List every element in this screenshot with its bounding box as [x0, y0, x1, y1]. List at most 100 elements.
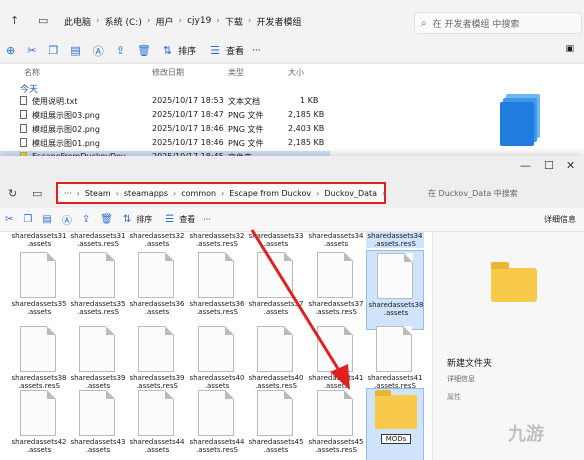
file-icon — [138, 326, 174, 372]
tile-label: sharedassets42 .assets — [11, 438, 67, 454]
file-tile[interactable]: sharedassets35 .assets — [10, 250, 68, 330]
list-item[interactable]: 模组展示图02.png 2025/10/17 18:46 PNG 文件 2,40… — [0, 123, 330, 136]
view-icon: ☰ — [210, 44, 221, 57]
file-size: 2,185 KB — [288, 138, 325, 147]
rename-icon[interactable]: Ⓐ — [62, 212, 72, 227]
breadcrumb-item[interactable]: Escape from Duckov — [229, 189, 311, 198]
file-tile[interactable]: sharedassets45 .assets — [247, 388, 305, 460]
sort-button[interactable]: 排序 — [178, 44, 196, 57]
more-button[interactable]: ··· — [203, 215, 211, 224]
tile-label: sharedassets45 .assets — [248, 438, 304, 454]
breadcrumb-item[interactable]: Duckov_Data — [324, 189, 377, 198]
chevron-right-icon: › — [216, 16, 220, 26]
copy-icon[interactable]: ❐ — [48, 44, 58, 57]
list-item[interactable]: 模组展示图03.png 2025/10/17 18:47 PNG 文件 2,18… — [0, 109, 330, 122]
tile-label: sharedassets31 .assets.resS — [70, 232, 126, 248]
chevron-right-icon: › — [115, 188, 119, 198]
column-size[interactable]: 大小 — [288, 67, 304, 78]
group-header[interactable]: 今天 — [20, 82, 38, 95]
file-icon — [79, 326, 115, 372]
view-button[interactable]: 查看 — [226, 44, 244, 57]
paste-icon[interactable]: ▤ — [70, 44, 80, 57]
image-file-icon — [20, 110, 27, 119]
file-size: 1 KB — [300, 96, 319, 105]
cut-icon[interactable]: ✂ — [5, 214, 13, 225]
file-tile[interactable]: sharedassets44 .assets.resS — [188, 388, 246, 460]
sort-icon: ⇅ — [122, 214, 132, 225]
file-icon — [257, 326, 293, 372]
share-icon[interactable]: ⇪ — [82, 214, 90, 225]
breadcrumb-item[interactable]: steamapps — [124, 189, 168, 198]
file-tile[interactable]: sharedassets43 .assets — [69, 388, 127, 460]
breadcrumb-item[interactable]: 系统 (C:) — [105, 15, 142, 28]
file-name: 模组展示图03.png — [32, 111, 100, 120]
file-icon — [257, 252, 293, 298]
sort-icon: ⇅ — [162, 44, 173, 57]
details-extra: 属性 — [447, 393, 461, 401]
file-tile[interactable]: sharedassets44 .assets — [128, 388, 186, 460]
folder-tile-mods[interactable]: MODs — [366, 388, 424, 460]
breadcrumb-item[interactable]: Steam — [85, 189, 111, 198]
view-button[interactable]: 查看 — [179, 214, 195, 225]
details-title: 新建文件夹 — [447, 359, 493, 369]
file-type: PNG 文件 — [228, 111, 264, 120]
close-icon[interactable]: ✕ — [566, 159, 575, 172]
breadcrumb-item[interactable]: 用户 — [155, 15, 173, 28]
file-tile[interactable]: sharedassets37 .assets.resS — [307, 250, 365, 330]
breadcrumb-item[interactable]: common — [181, 189, 216, 198]
chevron-right-icon: › — [382, 188, 386, 198]
breadcrumb[interactable]: 此电脑 › 系统 (C:) › 用户 › cjy19 › 下载 › 开发者模组 — [64, 10, 307, 32]
file-icon — [20, 326, 56, 372]
share-icon[interactable]: ⇪ — [116, 44, 125, 57]
paste-icon[interactable]: ▤ — [42, 214, 51, 225]
chevron-right-icon: › — [316, 188, 320, 198]
file-tile[interactable]: sharedassets38 .assets — [366, 250, 424, 330]
explorer-window-back: ↑ ▭ 此电脑 › 系统 (C:) › 用户 › cjy19 › 下载 › 开发者模组 ⌕… — [0, 0, 584, 164]
file-size: 2,403 KB — [288, 124, 325, 133]
more-button[interactable]: ··· — [252, 46, 261, 56]
breadcrumb-item[interactable]: 下载 — [225, 15, 243, 28]
tile-label: sharedassets44 .assets — [129, 438, 185, 454]
column-name[interactable]: 名称 — [24, 67, 40, 78]
breadcrumb-item[interactable]: 此电脑 — [64, 15, 91, 28]
maximize-icon[interactable]: ☐ — [544, 159, 554, 172]
file-icon — [198, 390, 234, 436]
file-tile[interactable]: sharedassets36 .assets.resS — [188, 250, 246, 330]
breadcrumb-overflow[interactable]: ··· — [64, 189, 72, 198]
file-tile[interactable]: sharedassets35 .assets.resS — [69, 250, 127, 330]
file-date: 2025/10/17 18:46 — [152, 138, 224, 147]
chevron-right-icon: › — [247, 16, 252, 26]
breadcrumb-item[interactable]: 开发者模组 — [257, 15, 302, 28]
details-pane-icon[interactable]: ▣ — [565, 44, 574, 54]
folder-icon — [375, 390, 417, 429]
cut-icon[interactable]: ✂ — [27, 44, 36, 57]
breadcrumb-item[interactable]: cjy19 — [187, 16, 211, 26]
file-tile[interactable]: sharedassets37 .assets — [247, 250, 305, 330]
delete-icon[interactable]: 🗑 — [100, 214, 113, 225]
refresh-icon[interactable]: ↻ — [8, 187, 17, 200]
search-input[interactable]: 在 Duckov_Data 中搜索 — [418, 184, 580, 202]
search-placeholder: 在 开发者模组 中搜索 — [432, 19, 520, 30]
column-type[interactable]: 类型 — [228, 67, 244, 78]
search-input[interactable]: ⌕ 在 开发者模组 中搜索 — [414, 12, 582, 34]
file-tile[interactable]: sharedassets36 .assets — [128, 250, 186, 330]
file-icon — [377, 253, 413, 299]
delete-icon[interactable]: 🗑 — [137, 44, 151, 57]
list-item[interactable]: 使用说明.txt 2025/10/17 18:53 文本文档 1 KB — [0, 95, 330, 108]
up-arrow-icon[interactable]: ↑ — [10, 14, 19, 27]
sort-button[interactable]: 排序 — [136, 214, 152, 225]
minimize-icon[interactable]: — — [520, 159, 531, 172]
file-tile[interactable]: sharedassets45 .assets.resS — [307, 388, 365, 460]
file-tile[interactable]: sharedassets42 .assets — [10, 388, 68, 460]
column-header: 名称 修改日期 类型 大小 — [0, 65, 330, 79]
file-date: 2025/10/17 18:46 — [152, 124, 224, 133]
file-date: 2025/10/17 18:47 — [152, 110, 224, 119]
tile-label: sharedassets35 .assets.resS — [70, 300, 126, 316]
list-item[interactable]: 模组展示图01.png 2025/10/17 18:46 PNG 文件 2,18… — [0, 137, 330, 150]
rename-icon[interactable]: Ⓐ — [93, 43, 104, 59]
breadcrumb[interactable]: ··· › Steam › steamapps › common › Escape fr… — [56, 182, 386, 204]
copy-icon[interactable]: ❐ — [23, 214, 32, 225]
details-button[interactable]: 详细信息 — [544, 214, 576, 225]
column-modified[interactable]: 修改日期 — [152, 67, 184, 78]
new-icon[interactable]: ⊕ — [6, 44, 15, 57]
